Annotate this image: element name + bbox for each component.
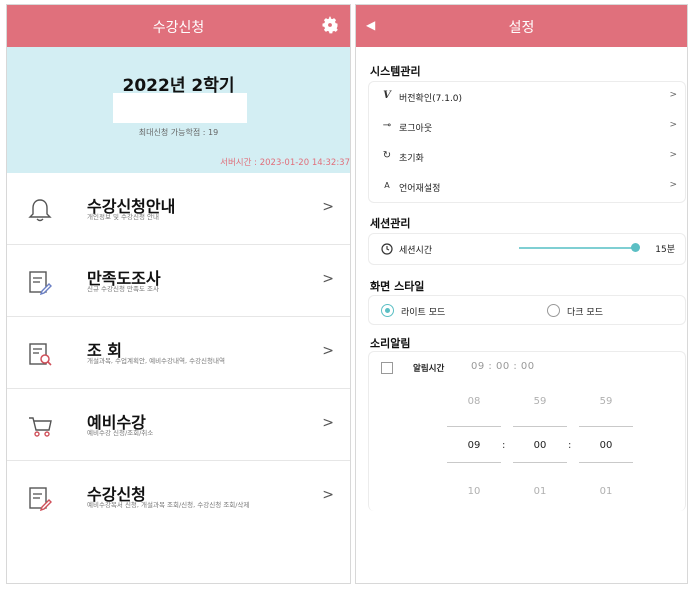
chevron-right-icon: >: [669, 90, 677, 100]
cart-icon: [29, 417, 52, 437]
document-edit-icon: [29, 487, 52, 511]
settings-row-label: 로그아웃: [399, 124, 433, 134]
session-slider-track[interactable]: [519, 247, 639, 249]
document-search-icon: [29, 343, 52, 366]
menu-item-satisfaction-survey[interactable]: 만족도조사 신규 수강신청 만족도 조사 >: [7, 245, 350, 317]
chevron-right-icon: >: [322, 487, 334, 503]
menu-item-subtitle: 예비수강목서 신청, 개설과목 조회/신청, 수강신청 조회/삭제: [87, 501, 250, 509]
session-value: 15분: [655, 245, 675, 255]
dark-mode-radio[interactable]: [547, 304, 560, 317]
section-title-session: 세션관리: [370, 217, 411, 230]
picker-second-prev[interactable]: 59: [581, 396, 631, 407]
alarm-label: 알림시간: [413, 364, 445, 374]
settings-row-logout[interactable]: ⊸ 로그아웃 >: [369, 112, 685, 142]
max-credits: 최대신청 가능학점 : 19: [138, 128, 219, 137]
bell-icon: [28, 199, 52, 222]
settings-row-label: 언어재설정: [399, 184, 441, 194]
picker-second-current[interactable]: 00: [581, 440, 631, 451]
settings-row-reset[interactable]: ↻ 초기화 >: [369, 142, 685, 172]
settings-title: 설정: [508, 20, 535, 36]
light-mode-radio[interactable]: [381, 304, 394, 317]
picker-divider: [447, 462, 501, 463]
section-title-style: 화면 스타일: [370, 280, 425, 293]
picker-second-next[interactable]: 01: [581, 486, 631, 497]
picker-minute-current[interactable]: 00: [515, 440, 565, 451]
refresh-icon: ↻: [382, 150, 392, 161]
section-title-system: 시스템관리: [370, 65, 421, 78]
settings-row-language[interactable]: A 언어재설정 >: [369, 172, 685, 202]
sound-card: 알림시간 09 : 00 : 00 08 59 59 09 : 00 : 00 …: [368, 351, 686, 511]
clock-icon: [381, 243, 393, 255]
section-title-sound: 소리알림: [370, 337, 411, 350]
semester-banner: 2022년 2학기 최대신청 가능학점 : 19 서버시간 : 2023-01-…: [7, 47, 350, 173]
settings-row-session: 세션시간 15분: [369, 234, 685, 264]
picker-minute-next[interactable]: 01: [515, 486, 565, 497]
session-label: 세션시간: [399, 246, 433, 256]
student-name-redacted: [113, 93, 247, 123]
menu-item-pre-registration[interactable]: 예비수강 예비수강 신청/조회/취소 >: [7, 389, 350, 461]
menu-item-subtitle: 예비수강 신청/조회/취소: [87, 429, 154, 437]
picker-separator: :: [502, 440, 506, 451]
session-slider-handle[interactable]: [631, 243, 640, 252]
menu-item-course-registration[interactable]: 수강신청 예비수강목서 신청, 개설과목 조회/신청, 수강신청 조회/삭제 >: [7, 461, 350, 533]
chevron-right-icon: >: [669, 180, 677, 190]
server-time: 서버시간 : 2023-01-20 14:32:37: [220, 158, 350, 168]
chevron-right-icon: >: [669, 120, 677, 130]
menu-item-subtitle: 신규 수강신청 만족도 조사: [87, 285, 159, 293]
dark-mode-label: 다크 모드: [567, 308, 603, 318]
picker-minute-prev[interactable]: 59: [515, 396, 565, 407]
alarm-time: 09 : 00 : 00: [471, 361, 535, 372]
app-header: 수강신청: [7, 5, 350, 47]
alarm-checkbox[interactable]: [381, 362, 393, 374]
picker-hour-prev[interactable]: 08: [449, 396, 499, 407]
picker-divider: [513, 426, 567, 427]
settings-header: ◀ 설정: [356, 5, 687, 47]
picker-divider: [447, 426, 501, 427]
chevron-right-icon: >: [322, 415, 334, 431]
language-icon: A: [384, 181, 390, 190]
system-card: V 버전확인(7.1.0) > ⊸ 로그아웃 > ↻ 초기화 > A 언어재설정…: [368, 81, 686, 203]
chevron-right-icon: >: [322, 343, 334, 359]
picker-divider: [579, 462, 633, 463]
menu-item-subtitle: 개설과목, 수업계획안, 예비수강내역, 수강신청내역: [87, 357, 225, 365]
light-mode-label: 라이트 모드: [401, 308, 446, 318]
settings-row-version[interactable]: V 버전확인(7.1.0) >: [369, 82, 685, 112]
picker-divider: [579, 426, 633, 427]
chevron-right-icon: >: [322, 271, 334, 287]
menu-item-registration-guide[interactable]: 수강신청안내 개인정보 및 수강신청 안내 >: [7, 173, 350, 245]
picker-separator: :: [568, 440, 572, 451]
chevron-right-icon: >: [669, 150, 677, 160]
screen: 수강신청 2022년 2학기 최대신청 가능학점 : 19 서버시간 : 202…: [0, 0, 693, 589]
gear-icon[interactable]: [320, 15, 340, 35]
session-card: 세션시간 15분: [368, 233, 686, 265]
main-screen: 수강신청 2022년 2학기 최대신청 가능학점 : 19 서버시간 : 202…: [6, 4, 351, 584]
settings-row-label: 초기화: [399, 154, 424, 164]
version-icon: V: [383, 90, 391, 101]
menu-item-subtitle: 개인정보 및 수강신청 안내: [87, 213, 159, 221]
app-title: 수강신청: [152, 20, 205, 36]
picker-hour-current[interactable]: 09: [449, 440, 499, 451]
settings-screen: ◀ 설정 시스템관리 V 버전확인(7.1.0) > ⊸ 로그아웃 > ↻ 초기…: [355, 4, 688, 584]
survey-edit-icon: [29, 271, 52, 295]
logout-icon: ⊸: [382, 120, 392, 131]
picker-divider: [513, 462, 567, 463]
menu-item-inquiry[interactable]: 조 회 개설과목, 수업계획안, 예비수강내역, 수강신청내역 >: [7, 317, 350, 389]
style-card: 라이트 모드 다크 모드: [368, 295, 686, 325]
chevron-right-icon: >: [322, 199, 334, 215]
settings-row-label: 버전확인(7.1.0): [399, 94, 463, 104]
picker-hour-next[interactable]: 10: [449, 486, 499, 497]
